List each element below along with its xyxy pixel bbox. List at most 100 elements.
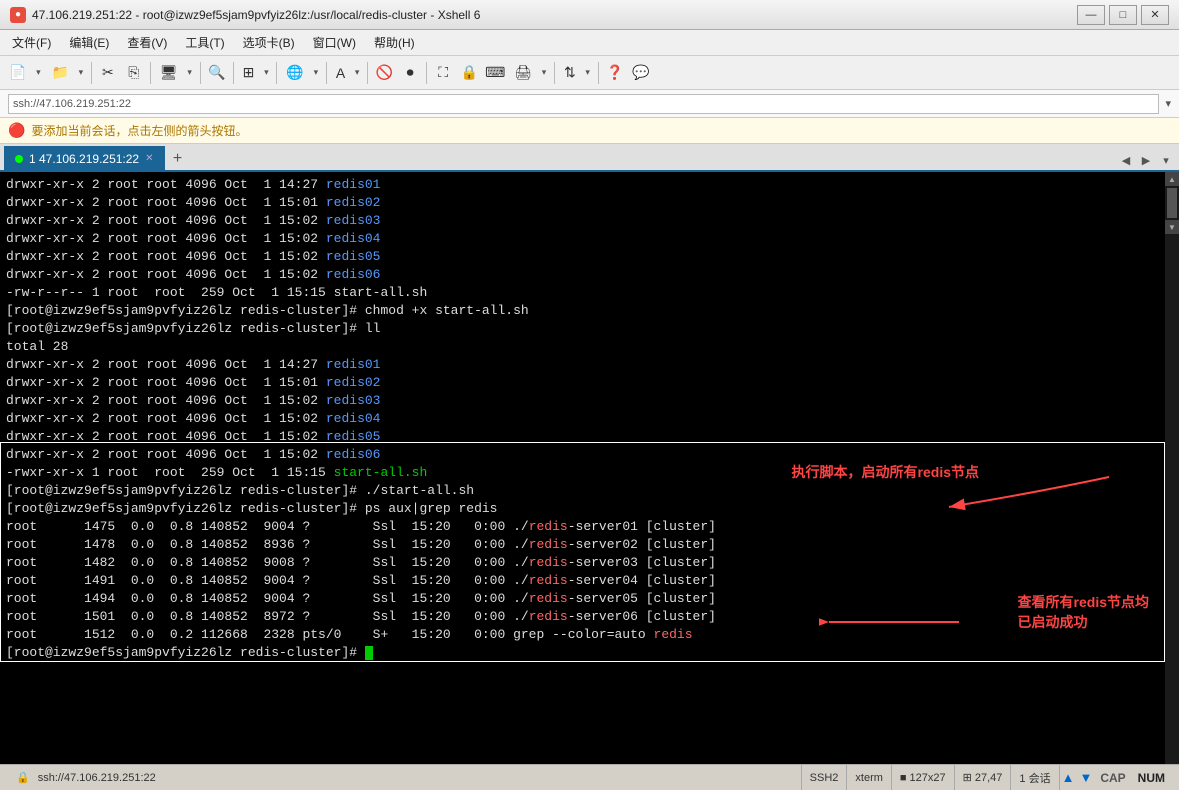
address-bar: ▾ [0, 90, 1179, 118]
terminal-line: drwxr-xr-x 2 root root 4096 Oct 1 15:01 … [6, 194, 1173, 212]
tab-next-button[interactable]: ▶ [1137, 150, 1155, 170]
close-button[interactable]: ✕ [1141, 5, 1169, 25]
transfer-button[interactable]: ⇅ [559, 61, 581, 85]
folder-main-button[interactable]: 📁 [46, 61, 73, 85]
terminal-scrollbar[interactable]: ▲ ▼ [1165, 172, 1179, 764]
globe-button[interactable]: 🌐 [281, 61, 308, 85]
address-dropdown-arrow[interactable]: ▾ [1165, 97, 1171, 110]
status-sessions-text: 1 会话 [1019, 770, 1050, 786]
toolbar-sep-2 [150, 62, 151, 84]
info-text: 要添加当前会话，点击左侧的箭头按钮。 [31, 122, 247, 139]
transfer-btn-group: ⇅ ▾ [559, 61, 594, 85]
help-button[interactable]: ❓ [603, 61, 627, 85]
title-bar: 47.106.219.251:22 - root@izwz9ef5sjam9pv… [0, 0, 1179, 30]
new-dropdown-arrow[interactable]: ▾ [32, 61, 44, 85]
tab-prev-button[interactable]: ◀ [1117, 150, 1135, 170]
status-pos-text: 27,47 [975, 772, 1003, 784]
terminal-line: drwxr-xr-x 2 root root 4096 Oct 1 15:02 … [6, 266, 1173, 284]
maximize-button[interactable]: □ [1109, 5, 1137, 25]
status-scroll-down-button[interactable]: ▼ [1077, 770, 1094, 785]
status-dim-icon: ■ [900, 772, 907, 784]
toolbar-sep-7 [367, 62, 368, 84]
lock-button[interactable]: 🔒 [457, 61, 481, 85]
scroll-thumb[interactable] [1167, 188, 1177, 218]
redis-highlight: redis [529, 609, 568, 624]
cut-button[interactable]: ✂ [96, 61, 120, 85]
copy-button[interactable]: ⎘ [122, 61, 146, 85]
print-button[interactable]: 🖨 [509, 61, 537, 85]
menu-file[interactable]: 文件(F) [4, 32, 59, 54]
scroll-up-button[interactable]: ▲ [1165, 172, 1179, 186]
status-scroll-arrows: ▲ ▼ [1060, 770, 1095, 785]
status-protocol-text: SSH2 [810, 772, 839, 784]
terminal-line: root 1494 0.0 0.8 140852 9004 ? Ssl 15:2… [6, 590, 1173, 608]
status-bar: 🔒 ssh://47.106.219.251:22 SSH2 xterm ■ 1… [0, 764, 1179, 790]
connect-button[interactable]: 🖥 [155, 61, 183, 85]
keyboard-button[interactable]: ⌨ [483, 61, 507, 85]
status-dimensions: ■ 127x27 [892, 765, 955, 790]
status-ssh-address: 🔒 ssh://47.106.219.251:22 [8, 765, 802, 790]
info-button[interactable]: 💬 [629, 61, 653, 85]
globe-dropdown-arrow[interactable]: ▾ [310, 61, 322, 85]
screen-dropdown-arrow[interactable]: ▾ [260, 61, 272, 85]
tab-status-icon [15, 155, 23, 163]
terminal-line: total 28 [6, 338, 1173, 356]
menu-tools[interactable]: 工具(T) [177, 32, 232, 54]
tab-label: 1 47.106.219.251:22 [29, 152, 139, 166]
redis-highlight: redis [529, 537, 568, 552]
terminal-line: root 1491 0.0 0.8 140852 9004 ? Ssl 15:2… [6, 572, 1173, 590]
status-scroll-up-button[interactable]: ▲ [1060, 770, 1077, 785]
menu-edit[interactable]: 编辑(E) [61, 32, 117, 54]
record-button[interactable]: ⏺ [398, 61, 422, 85]
font-dropdown-arrow[interactable]: ▾ [351, 61, 363, 85]
folder-dropdown-arrow[interactable]: ▾ [75, 61, 87, 85]
menu-window[interactable]: 窗口(W) [305, 32, 364, 54]
terminal-line: root 1475 0.0 0.8 140852 9004 ? Ssl 15:2… [6, 518, 1173, 536]
menu-view[interactable]: 查看(V) [119, 32, 175, 54]
title-text: 47.106.219.251:22 - root@izwz9ef5sjam9pv… [32, 8, 1077, 22]
status-position: ⊞ 27,47 [955, 765, 1012, 790]
terminal-wrapper[interactable]: drwxr-xr-x 2 root root 4096 Oct 1 14:27 … [0, 172, 1179, 764]
connect-btn-group: 🖥 ▾ [155, 61, 196, 85]
tab-close-button[interactable]: ✕ [145, 153, 153, 164]
redis-highlight: redis [529, 591, 568, 606]
print-dropdown-arrow[interactable]: ▾ [538, 61, 550, 85]
font-btn-group: A ▾ [331, 61, 363, 85]
app-icon [10, 7, 26, 23]
fullscreen-button[interactable]: ⛶ [431, 61, 455, 85]
terminal-line: [root@izwz9ef5sjam9pvfyiz26lz redis-clus… [6, 482, 1173, 500]
minimize-button[interactable]: — [1077, 5, 1105, 25]
new-tab-button[interactable]: + [167, 148, 189, 170]
status-ssh-icon: 🔒 [16, 771, 30, 784]
tab-menu-button[interactable]: ▾ [1157, 150, 1175, 170]
redis-highlight: redis [529, 573, 568, 588]
font-button[interactable]: A [331, 61, 350, 85]
scroll-down-button[interactable]: ▼ [1165, 220, 1179, 234]
tab-nav: ◀ ▶ ▾ [1117, 150, 1175, 170]
menu-tabs[interactable]: 选项卡(B) [235, 32, 303, 54]
screen-button[interactable]: ⊞ [238, 61, 260, 85]
new-main-button[interactable]: 📄 [4, 61, 31, 85]
menu-help[interactable]: 帮助(H) [366, 32, 423, 54]
status-sessions: 1 会话 [1011, 765, 1059, 790]
stop-button[interactable]: 🚫 [372, 61, 396, 85]
terminal[interactable]: drwxr-xr-x 2 root root 4096 Oct 1 14:27 … [0, 172, 1179, 666]
connect-dropdown-arrow[interactable]: ▾ [184, 61, 196, 85]
terminal-line: drwxr-xr-x 2 root root 4096 Oct 1 15:01 … [6, 374, 1173, 392]
status-encoding: xterm [847, 765, 892, 790]
session-tab[interactable]: 1 47.106.219.251:22 ✕ [4, 146, 165, 170]
new-btn-group: 📄 ▾ [4, 61, 44, 85]
address-input[interactable] [8, 94, 1159, 114]
terminal-cursor [365, 646, 373, 660]
terminal-line: [root@izwz9ef5sjam9pvfyiz26lz redis-clus… [6, 302, 1173, 320]
toolbar: 📄 ▾ 📁 ▾ ✂ ⎘ 🖥 ▾ 🔍 ⊞ ▾ 🌐 ▾ A [0, 56, 1179, 90]
redis-highlight: redis [529, 555, 568, 570]
search-button[interactable]: 🔍 [205, 61, 229, 85]
transfer-dropdown-arrow[interactable]: ▾ [582, 61, 594, 85]
terminal-line: [root@izwz9ef5sjam9pvfyiz26lz redis-clus… [6, 500, 1173, 518]
terminal-line: -rw-r--r-- 1 root root 259 Oct 1 15:15 s… [6, 284, 1173, 302]
toolbar-sep-10 [598, 62, 599, 84]
info-bar: 🔴 要添加当前会话，点击左侧的箭头按钮。 [0, 118, 1179, 144]
terminal-line: drwxr-xr-x 2 root root 4096 Oct 1 15:02 … [6, 392, 1173, 410]
main-area: drwxr-xr-x 2 root root 4096 Oct 1 14:27 … [0, 172, 1179, 764]
